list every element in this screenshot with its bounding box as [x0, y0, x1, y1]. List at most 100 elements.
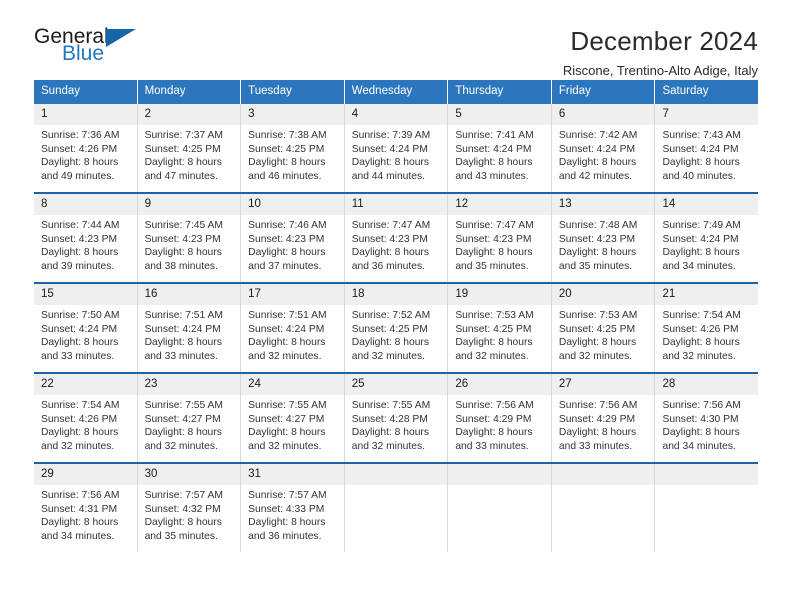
day-cell[interactable]: 21 Sunrise: 7:54 AM Sunset: 4:26 PM Dayl… — [655, 284, 759, 372]
day-number: 5 — [448, 104, 551, 125]
day-cell[interactable]: 17 Sunrise: 7:51 AM Sunset: 4:24 PM Dayl… — [241, 284, 345, 372]
day-cell[interactable]: 13 Sunrise: 7:48 AM Sunset: 4:23 PM Dayl… — [551, 194, 656, 282]
daylight-text-line1: Daylight: 8 hours — [248, 517, 326, 529]
day-cell[interactable]: 16 Sunrise: 7:51 AM Sunset: 4:24 PM Dayl… — [137, 284, 242, 372]
sunrise-text: Sunrise: 7:51 AM — [144, 310, 223, 321]
day-cell[interactable]: 9 Sunrise: 7:45 AM Sunset: 4:23 PM Dayli… — [137, 194, 242, 282]
sunrise-text: Sunrise: 7:55 AM — [144, 400, 223, 411]
day-number: 19 — [448, 284, 551, 305]
daylight-text-line1: Daylight: 8 hours — [351, 337, 430, 349]
day-number: 6 — [551, 104, 655, 125]
daylight-text-line1: Daylight: 8 hours — [351, 427, 430, 439]
general-blue-logo[interactable]: General Blue — [34, 26, 146, 72]
sunrise-text: Sunrise: 7:50 AM — [41, 310, 120, 321]
weekday-header-monday: Monday — [138, 80, 242, 104]
day-cell[interactable]: 30 Sunrise: 7:57 AM Sunset: 4:32 PM Dayl… — [137, 464, 242, 552]
day-cell[interactable]: 10 Sunrise: 7:46 AM Sunset: 4:23 PM Dayl… — [241, 194, 345, 282]
day-details: Sunrise: 7:51 AM Sunset: 4:24 PM Dayligh… — [241, 305, 344, 369]
sunrise-text: Sunrise: 7:54 AM — [662, 310, 741, 321]
day-cell[interactable]: 20 Sunrise: 7:53 AM Sunset: 4:25 PM Dayl… — [551, 284, 656, 372]
daylight-text-line2: and 37 minutes. — [248, 260, 322, 272]
day-cell[interactable]: 2 Sunrise: 7:37 AM Sunset: 4:25 PM Dayli… — [137, 104, 242, 192]
day-cell[interactable]: 18 Sunrise: 7:52 AM Sunset: 4:25 PM Dayl… — [344, 284, 449, 372]
day-cell[interactable]: 31 Sunrise: 7:57 AM Sunset: 4:33 PM Dayl… — [241, 464, 345, 552]
day-cell[interactable]: 7 Sunrise: 7:43 AM Sunset: 4:24 PM Dayli… — [655, 104, 759, 192]
daylight-text-line2: and 35 minutes. — [558, 260, 633, 272]
day-cell[interactable]: 4 Sunrise: 7:39 AM Sunset: 4:24 PM Dayli… — [344, 104, 449, 192]
daylight-text-line1: Daylight: 8 hours — [144, 157, 222, 169]
daylight-text-line2: and 36 minutes. — [248, 530, 322, 542]
sunrise-text: Sunrise: 7:52 AM — [351, 310, 431, 321]
sunset-text: Sunset: 4:23 PM — [455, 233, 532, 245]
day-number: 3 — [241, 104, 344, 125]
week-row: 1 Sunrise: 7:36 AM Sunset: 4:26 PM Dayli… — [34, 104, 759, 192]
day-details: Sunrise: 7:49 AM Sunset: 4:24 PM Dayligh… — [655, 215, 758, 279]
day-cell[interactable]: 26 Sunrise: 7:56 AM Sunset: 4:29 PM Dayl… — [448, 374, 552, 462]
day-cell[interactable]: 19 Sunrise: 7:53 AM Sunset: 4:25 PM Dayl… — [448, 284, 552, 372]
day-cell[interactable]: 22 Sunrise: 7:54 AM Sunset: 4:26 PM Dayl… — [34, 374, 138, 462]
week-row: 29 Sunrise: 7:56 AM Sunset: 4:31 PM Dayl… — [34, 462, 759, 552]
daylight-text-line2: and 32 minutes. — [455, 350, 529, 362]
day-cell[interactable]: 5 Sunrise: 7:41 AM Sunset: 4:24 PM Dayli… — [448, 104, 552, 192]
sunrise-text: Sunrise: 7:42 AM — [558, 130, 638, 141]
day-cell[interactable]: 15 Sunrise: 7:50 AM Sunset: 4:24 PM Dayl… — [34, 284, 138, 372]
day-cell[interactable]: 11 Sunrise: 7:47 AM Sunset: 4:23 PM Dayl… — [344, 194, 449, 282]
day-number: 8 — [34, 194, 137, 215]
day-cell[interactable]: 29 Sunrise: 7:56 AM Sunset: 4:31 PM Dayl… — [34, 464, 138, 552]
day-cell[interactable]: 24 Sunrise: 7:55 AM Sunset: 4:27 PM Dayl… — [241, 374, 345, 462]
sunset-text: Sunset: 4:25 PM — [144, 143, 221, 155]
daylight-text-line2: and 40 minutes. — [662, 170, 736, 182]
sunset-text: Sunset: 4:24 PM — [41, 323, 118, 335]
sunrise-text: Sunrise: 7:36 AM — [41, 130, 120, 141]
sunrise-text: Sunrise: 7:53 AM — [455, 310, 534, 321]
sunrise-text: Sunrise: 7:47 AM — [455, 220, 534, 231]
sunrise-text: Sunrise: 7:48 AM — [558, 220, 638, 231]
day-details: Sunrise: 7:53 AM Sunset: 4:25 PM Dayligh… — [448, 305, 551, 369]
sunrise-text: Sunrise: 7:57 AM — [248, 490, 327, 501]
day-cell[interactable]: 25 Sunrise: 7:55 AM Sunset: 4:28 PM Dayl… — [344, 374, 449, 462]
day-number: 14 — [655, 194, 759, 215]
logo-text-blue: Blue — [62, 42, 105, 65]
week-row: 15 Sunrise: 7:50 AM Sunset: 4:24 PM Dayl… — [34, 282, 759, 372]
sunrise-text: Sunrise: 7:51 AM — [248, 310, 327, 321]
week-row: 8 Sunrise: 7:44 AM Sunset: 4:23 PM Dayli… — [34, 192, 759, 282]
sunrise-text: Sunrise: 7:37 AM — [144, 130, 223, 141]
day-details: Sunrise: 7:55 AM Sunset: 4:27 PM Dayligh… — [241, 395, 344, 459]
title-block: December 2024 Riscone, Trentino-Alto Adi… — [146, 26, 758, 80]
day-cell[interactable]: 8 Sunrise: 7:44 AM Sunset: 4:23 PM Dayli… — [34, 194, 138, 282]
day-cell[interactable]: 3 Sunrise: 7:38 AM Sunset: 4:25 PM Dayli… — [241, 104, 345, 192]
daylight-text-line2: and 38 minutes. — [144, 260, 218, 272]
daylight-text-line2: and 35 minutes. — [455, 260, 529, 272]
daylight-text-line2: and 39 minutes. — [41, 260, 115, 272]
day-cell[interactable]: 14 Sunrise: 7:49 AM Sunset: 4:24 PM Dayl… — [655, 194, 759, 282]
day-cell[interactable]: 27 Sunrise: 7:56 AM Sunset: 4:29 PM Dayl… — [551, 374, 656, 462]
daylight-text-line2: and 46 minutes. — [248, 170, 322, 182]
day-cell[interactable]: 12 Sunrise: 7:47 AM Sunset: 4:23 PM Dayl… — [448, 194, 552, 282]
sunrise-text: Sunrise: 7:55 AM — [248, 400, 327, 411]
day-number: 17 — [241, 284, 344, 305]
daylight-text-line1: Daylight: 8 hours — [41, 427, 119, 439]
weekday-header-row: Sunday Monday Tuesday Wednesday Thursday… — [34, 80, 758, 104]
daylight-text-line1: Daylight: 8 hours — [455, 427, 533, 439]
daylight-text-line2: and 32 minutes. — [248, 350, 322, 362]
day-number: 25 — [344, 374, 448, 395]
daylight-text-line1: Daylight: 8 hours — [455, 337, 533, 349]
daylight-text-line1: Daylight: 8 hours — [558, 157, 637, 169]
sunset-text: Sunset: 4:25 PM — [558, 323, 636, 335]
sunrise-text: Sunrise: 7:44 AM — [41, 220, 120, 231]
sunset-text: Sunset: 4:27 PM — [248, 413, 325, 425]
daylight-text-line1: Daylight: 8 hours — [248, 427, 326, 439]
daylight-text-line2: and 33 minutes. — [558, 440, 633, 452]
day-details: Sunrise: 7:53 AM Sunset: 4:25 PM Dayligh… — [552, 305, 655, 369]
day-number — [344, 464, 448, 485]
daylight-text-line1: Daylight: 8 hours — [248, 157, 326, 169]
day-cell[interactable]: 23 Sunrise: 7:55 AM Sunset: 4:27 PM Dayl… — [137, 374, 242, 462]
day-details: Sunrise: 7:43 AM Sunset: 4:24 PM Dayligh… — [655, 125, 758, 189]
day-cell[interactable]: 6 Sunrise: 7:42 AM Sunset: 4:24 PM Dayli… — [551, 104, 656, 192]
day-cell[interactable]: 1 Sunrise: 7:36 AM Sunset: 4:26 PM Dayli… — [34, 104, 138, 192]
daylight-text-line1: Daylight: 8 hours — [41, 337, 119, 349]
sunrise-text: Sunrise: 7:39 AM — [351, 130, 431, 141]
day-cell[interactable]: 28 Sunrise: 7:56 AM Sunset: 4:30 PM Dayl… — [655, 374, 759, 462]
day-number: 27 — [551, 374, 655, 395]
sunrise-text: Sunrise: 7:53 AM — [558, 310, 638, 321]
